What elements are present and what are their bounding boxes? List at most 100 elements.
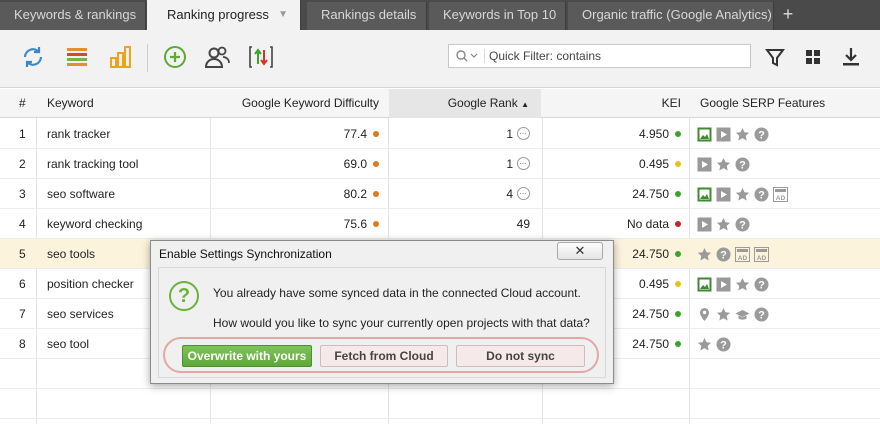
users-button[interactable]: [202, 42, 232, 72]
table-row[interactable]: 2 rank tracking tool 69.0 1 0.495 ?: [0, 149, 880, 179]
tab-organic-traffic[interactable]: Organic traffic (Google Analytics): [568, 2, 774, 30]
rank-cell: 1: [389, 149, 530, 179]
svg-text:?: ?: [720, 339, 727, 351]
serp-question-icon: ?: [754, 127, 769, 142]
add-icon: [164, 46, 186, 68]
serp-features-cell: ?: [697, 336, 731, 352]
row-number: 3: [19, 187, 26, 201]
header-keyword[interactable]: Keyword: [47, 89, 94, 118]
difficulty-value: 80.2: [343, 187, 367, 201]
tab-keywords-top10[interactable]: Keywords in Top 10: [429, 2, 566, 30]
kei-value: 0.495: [638, 157, 669, 171]
add-tab-button[interactable]: +: [776, 2, 800, 28]
download-button[interactable]: [836, 42, 866, 72]
tab-label: Organic traffic (Google Analytics): [582, 7, 772, 22]
kei-value: No data: [626, 217, 669, 231]
row-number: 4: [19, 217, 26, 231]
serp-question-icon: ?: [754, 187, 769, 202]
rank-value: 1: [506, 157, 513, 171]
serp-star-icon: [716, 307, 731, 322]
sort-button[interactable]: [246, 42, 276, 72]
table-row[interactable]: 3 seo software 80.2 4 24.750 ? AD: [0, 179, 880, 209]
toolbar: [0, 30, 880, 88]
difficulty-indicator-icon: [373, 220, 379, 227]
serp-features-cell: ?: [697, 216, 750, 232]
quick-filter-input[interactable]: [489, 47, 744, 65]
header-google-rank[interactable]: Google Rank ▲: [389, 89, 541, 118]
refresh-button[interactable]: [18, 42, 48, 72]
svg-text:?: ?: [758, 279, 765, 291]
svg-text:AD: AD: [776, 195, 786, 202]
list-button[interactable]: [62, 42, 92, 72]
tab-rankings-details[interactable]: Rankings details: [307, 2, 427, 30]
close-icon: ✕: [574, 243, 586, 258]
rank-cell: 1: [389, 119, 530, 149]
rank-value: 49: [516, 217, 530, 231]
add-button[interactable]: [160, 42, 190, 72]
dialog-message-1: You already have some synced data in the…: [213, 286, 581, 300]
tab-label: Keywords in Top 10: [443, 7, 557, 22]
svg-text:AD: AD: [757, 255, 767, 262]
tab-label: Ranking progress: [167, 7, 269, 22]
keyword-cell: seo services: [47, 307, 114, 321]
fetch-from-cloud-button[interactable]: Fetch from Cloud: [320, 345, 448, 367]
serp-image-icon: [697, 277, 712, 292]
header-rank-label: Google Rank: [447, 96, 518, 110]
difficulty-cell: 75.6: [211, 209, 379, 239]
more-options-icon[interactable]: [517, 119, 530, 149]
svg-text:?: ?: [739, 219, 746, 231]
kei-value: 4.950: [638, 127, 669, 141]
search-icon[interactable]: [455, 49, 485, 63]
difficulty-indicator-icon: [373, 190, 379, 197]
sort-arrows-icon: [249, 46, 273, 68]
svg-text:?: ?: [758, 189, 765, 201]
rank-value: 1: [506, 127, 513, 141]
keyword-cell: keyword checking: [47, 217, 143, 231]
serp-video-icon: [716, 187, 731, 202]
more-options-icon[interactable]: [517, 149, 530, 179]
table-row[interactable]: 1 rank tracker 77.4 1 4.950 ?: [0, 119, 880, 149]
kei-status-icon: [675, 310, 681, 317]
serp-video-icon: [716, 127, 731, 142]
filter-icon: [765, 49, 785, 67]
tab-ranking-progress[interactable]: Ranking progress ▼: [147, 0, 301, 30]
quick-filter: [448, 44, 751, 68]
header-num[interactable]: #: [19, 89, 26, 118]
overwrite-button[interactable]: Overwrite with yours: [182, 345, 312, 367]
table-row[interactable]: 4 keyword checking 75.6 49 No data ?: [0, 209, 880, 239]
kei-status-icon: [675, 160, 681, 167]
difficulty-indicator-icon: [373, 130, 379, 137]
kei-status-icon: [675, 340, 681, 347]
question-icon: ?: [169, 281, 199, 311]
serp-star-icon: [735, 277, 750, 292]
row-number: 6: [19, 277, 26, 291]
kei-cell: 4.950: [543, 119, 681, 149]
serp-pin-icon: [697, 307, 712, 322]
header-kei[interactable]: KEI: [543, 89, 681, 118]
do-not-sync-button[interactable]: Do not sync: [456, 345, 585, 367]
difficulty-value: 77.4: [343, 127, 367, 141]
difficulty-cell: 80.2: [211, 179, 379, 209]
header-serp[interactable]: Google SERP Features: [700, 89, 825, 118]
difficulty-value: 69.0: [343, 157, 367, 171]
more-options-icon[interactable]: [517, 179, 530, 209]
filter-button[interactable]: [760, 42, 790, 72]
tab-keywords-rankings[interactable]: Keywords & rankings: [0, 2, 146, 30]
bar-chart-icon: [110, 46, 131, 68]
serp-question-icon: ?: [735, 217, 750, 232]
download-icon: [843, 48, 859, 66]
serp-features-cell: ?: [697, 306, 769, 322]
row-number: 5: [19, 247, 26, 261]
layout-button[interactable]: [798, 42, 828, 72]
kei-value: 24.750: [632, 247, 669, 261]
keyword-cell: seo software: [47, 187, 116, 201]
header-difficulty[interactable]: Google Keyword Difficulty: [211, 89, 379, 118]
chevron-down-icon[interactable]: ▼: [278, 0, 288, 29]
sort-ascending-icon: ▲: [521, 100, 529, 109]
keyword-cell: rank tracker: [47, 127, 111, 141]
row-number: 1: [19, 127, 26, 141]
chart-button[interactable]: [106, 42, 136, 72]
row-number: 2: [19, 157, 26, 171]
kei-status-icon: [675, 250, 681, 257]
dialog-close-button[interactable]: ✕: [557, 242, 603, 260]
